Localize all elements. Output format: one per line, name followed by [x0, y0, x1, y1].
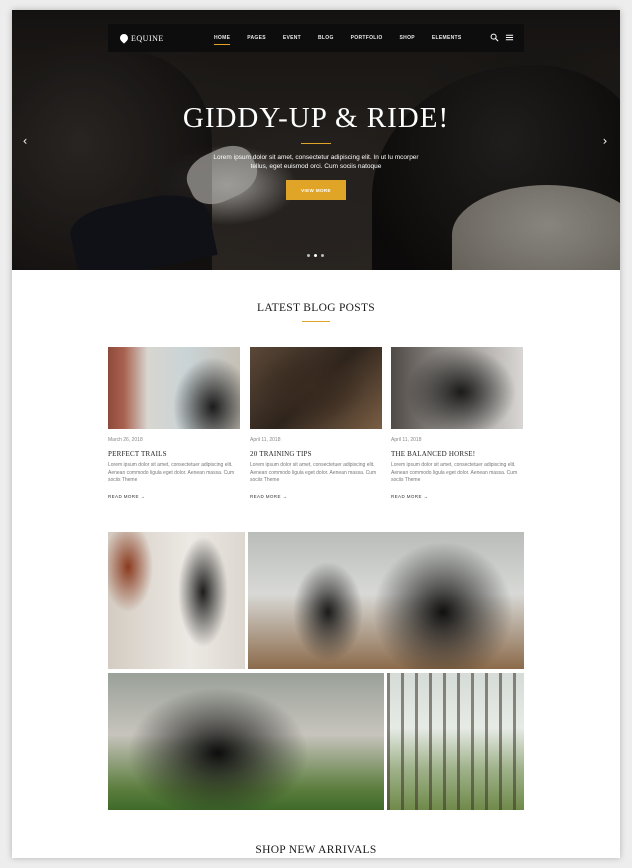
shop-section-title: SHOP NEW ARRIVALS	[255, 844, 377, 856]
logo-mark-icon	[118, 32, 130, 44]
site-logo[interactable]: EQUINE	[118, 32, 206, 44]
blog-card-title[interactable]: PERFECT TRAILS	[108, 450, 240, 458]
slider-dot-1[interactable]	[307, 254, 310, 257]
read-more-label: READ MORE	[391, 493, 422, 499]
blog-card: April 11, 2018 20 TRAINING TIPS Lorem ip…	[250, 347, 382, 503]
blog-card-excerpt: Lorem ipsum dolor sit amet, consectetuer…	[391, 462, 518, 483]
main-navbar: EQUINE HOME PAGES EVENT BLOG PORTFOLIO S…	[108, 24, 524, 52]
slider-dot-2[interactable]	[314, 254, 317, 257]
blog-card-title[interactable]: 20 TRAINING TIPS	[250, 450, 382, 458]
blog-card-image[interactable]	[250, 347, 382, 429]
blog-card-title[interactable]: THE BALANCED HORSE!	[391, 450, 523, 458]
read-more-link[interactable]: READ MORE →	[108, 494, 145, 499]
blog-card: March 26, 2018 PERFECT TRAILS Lorem ipsu…	[108, 347, 240, 503]
slider-prev-arrow-icon[interactable]: ‹	[20, 134, 30, 148]
hero-text: Lorem ipsum dolor sit amet, consectetur …	[213, 154, 419, 170]
read-more-link[interactable]: READ MORE →	[250, 494, 287, 499]
blog-card-date: April 11, 2018	[250, 437, 281, 443]
arrow-right-icon: →	[140, 493, 146, 499]
blog-card-excerpt: Lorem ipsum dolor sit amet, consectetuer…	[250, 462, 377, 483]
gallery-image-tack[interactable]	[108, 532, 245, 669]
blog-card: April 11, 2018 THE BALANCED HORSE! Lorem…	[391, 347, 523, 503]
blog-card-date: March 26, 2018	[108, 437, 143, 443]
gallery-image-dressage[interactable]	[108, 673, 384, 810]
slider-dot-3[interactable]	[321, 254, 324, 257]
blog-card-image[interactable]	[391, 347, 523, 429]
menu-item-pages[interactable]: PAGES	[247, 35, 266, 41]
gallery-image-rider-and-horse[interactable]	[248, 532, 524, 669]
hero-title: GIDDY-UP & RIDE!	[182, 102, 450, 134]
slider-next-arrow-icon[interactable]: ›	[600, 134, 610, 148]
menu-icon[interactable]	[505, 33, 514, 42]
blog-section-title: LATEST BLOG POSTS	[257, 302, 375, 314]
page: EQUINE HOME PAGES EVENT BLOG PORTFOLIO S…	[12, 10, 620, 858]
menu-item-home[interactable]: HOME	[214, 35, 231, 45]
menu-item-shop[interactable]: SHOP	[400, 35, 415, 41]
read-more-link[interactable]: READ MORE →	[391, 494, 428, 499]
gallery-image-paddock[interactable]	[387, 673, 524, 810]
nav-icons	[490, 33, 514, 42]
search-icon[interactable]	[490, 33, 499, 42]
logo-text: EQUINE	[131, 33, 164, 43]
read-more-label: READ MORE	[250, 493, 281, 499]
blog-section-underline	[302, 321, 330, 322]
read-more-label: READ MORE	[108, 493, 139, 499]
arrow-right-icon: →	[423, 493, 429, 499]
main-menu: HOME PAGES EVENT BLOG PORTFOLIO SHOP ELE…	[214, 35, 479, 45]
menu-item-blog[interactable]: BLOG	[318, 35, 334, 41]
hero-slider: EQUINE HOME PAGES EVENT BLOG PORTFOLIO S…	[12, 10, 620, 270]
blog-card-date: April 11, 2018	[391, 437, 422, 443]
hero-title-underline	[301, 143, 331, 144]
slider-pagination	[307, 254, 324, 257]
menu-item-portfolio[interactable]: PORTFOLIO	[351, 35, 383, 41]
menu-item-event[interactable]: EVENT	[283, 35, 301, 41]
blog-card-excerpt: Lorem ipsum dolor sit amet, consectetuer…	[108, 462, 235, 483]
view-more-button[interactable]: VIEW MORE	[286, 180, 346, 200]
arrow-right-icon: →	[282, 493, 288, 499]
menu-item-elements[interactable]: ELEMENTS	[432, 35, 462, 41]
blog-card-image[interactable]	[108, 347, 240, 429]
